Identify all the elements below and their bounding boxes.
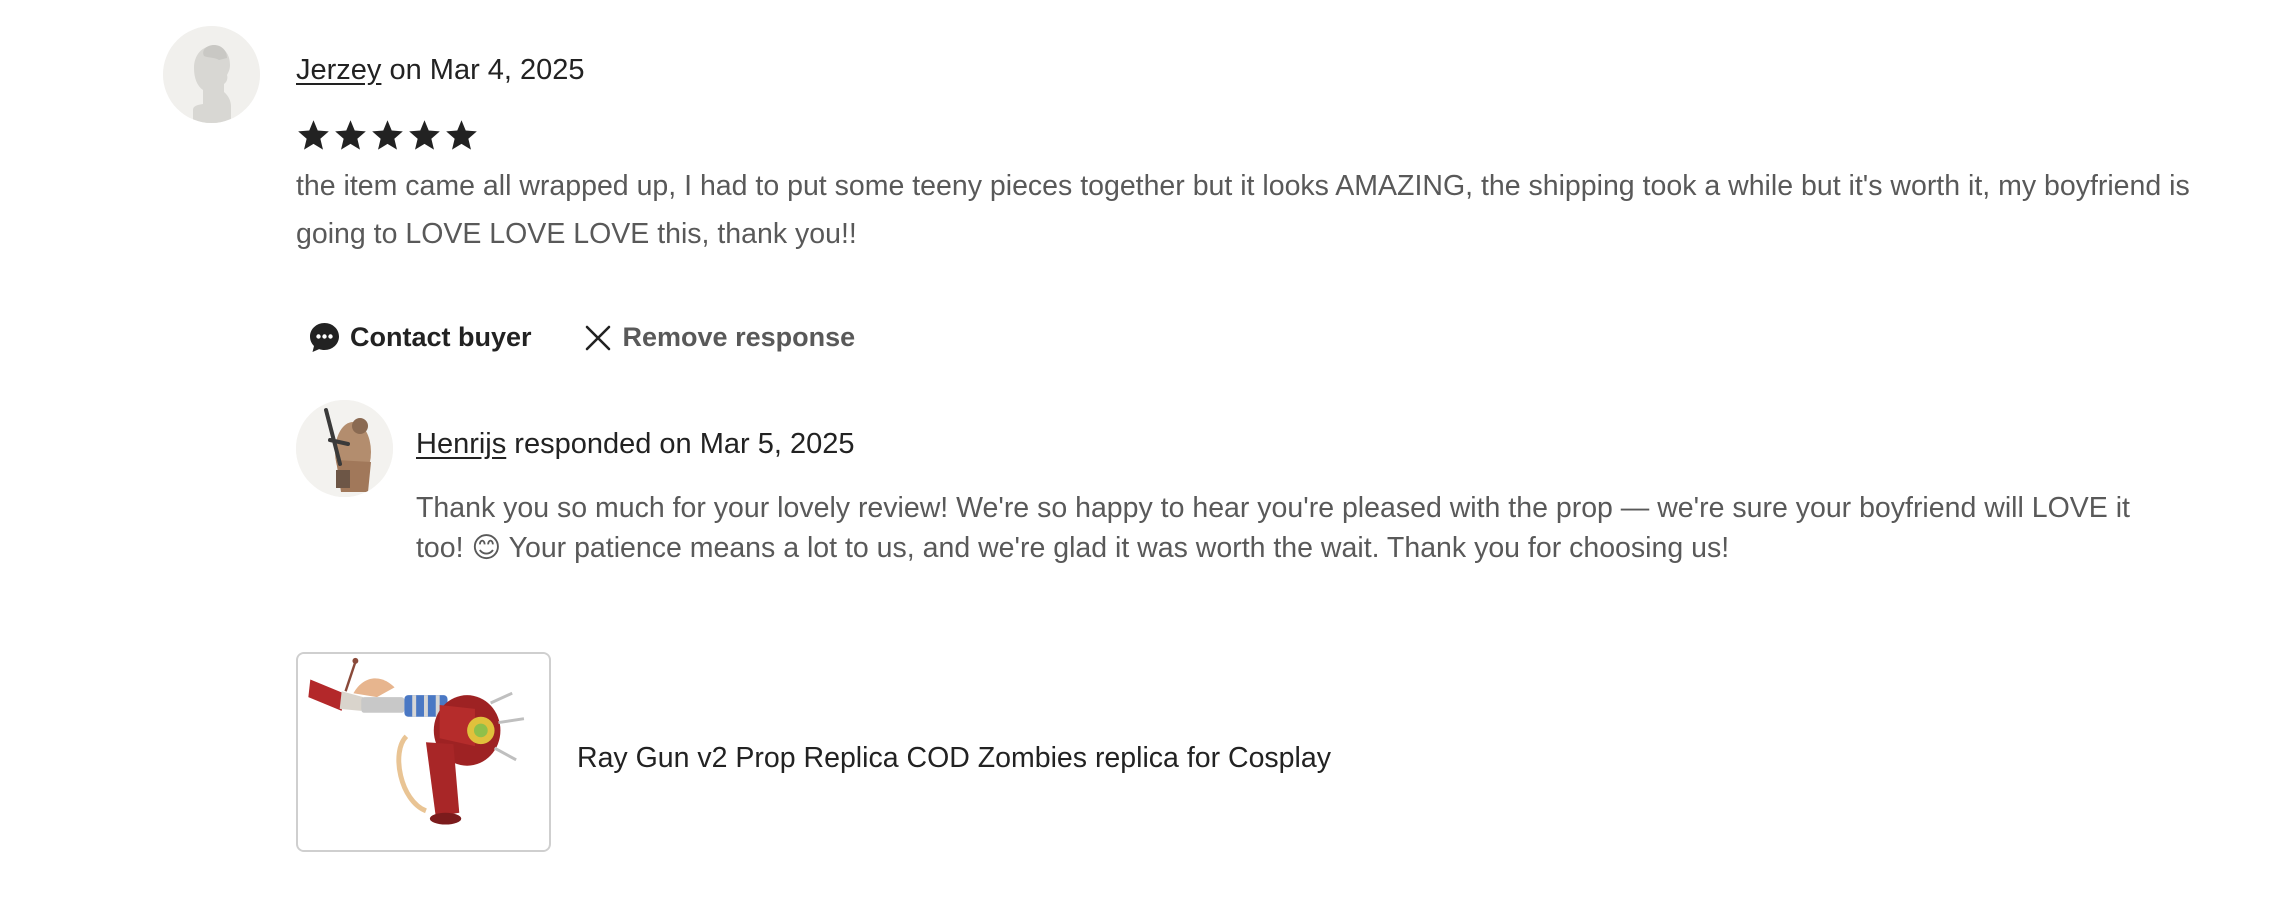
seller-avatar [296, 400, 393, 497]
star-icon [335, 120, 366, 150]
default-person-icon [163, 26, 260, 123]
star-icon [446, 120, 477, 150]
review-header: Jerzey on Mar 4, 2025 [296, 52, 585, 88]
star-icon [298, 120, 329, 150]
remove-response-button[interactable]: Remove response [584, 322, 856, 353]
reviewer-name-link[interactable]: Jerzey [296, 54, 381, 86]
response-header: Henrijs responded on Mar 5, 2025 [416, 426, 855, 462]
star-icon [409, 120, 440, 150]
product-thumbnail[interactable] [296, 652, 551, 852]
seller-name-link[interactable]: Henrijs [416, 428, 506, 460]
chat-bubble-icon [310, 323, 339, 352]
review-date: on Mar 4, 2025 [381, 54, 585, 86]
review-text: the item came all wrapped up, I had to p… [296, 170, 2190, 250]
ray-gun-product-image [298, 654, 549, 850]
reviewer-avatar [163, 26, 260, 123]
seller-photo [296, 400, 393, 497]
remove-response-label: Remove response [622, 322, 856, 352]
contact-buyer-label: Contact buyer [350, 322, 532, 352]
product-title-link[interactable]: Ray Gun v2 Prop Replica COD Zombies repl… [577, 740, 1331, 776]
response-text: Thank you so much for your lovely review… [416, 492, 2130, 564]
star-icon [372, 120, 403, 150]
review-actions: Contact buyer Remove response [308, 321, 855, 354]
response-date: responded on Mar 5, 2025 [506, 428, 855, 460]
close-icon [585, 325, 610, 350]
star-rating [296, 118, 479, 153]
contact-buyer-button[interactable]: Contact buyer [308, 321, 532, 354]
